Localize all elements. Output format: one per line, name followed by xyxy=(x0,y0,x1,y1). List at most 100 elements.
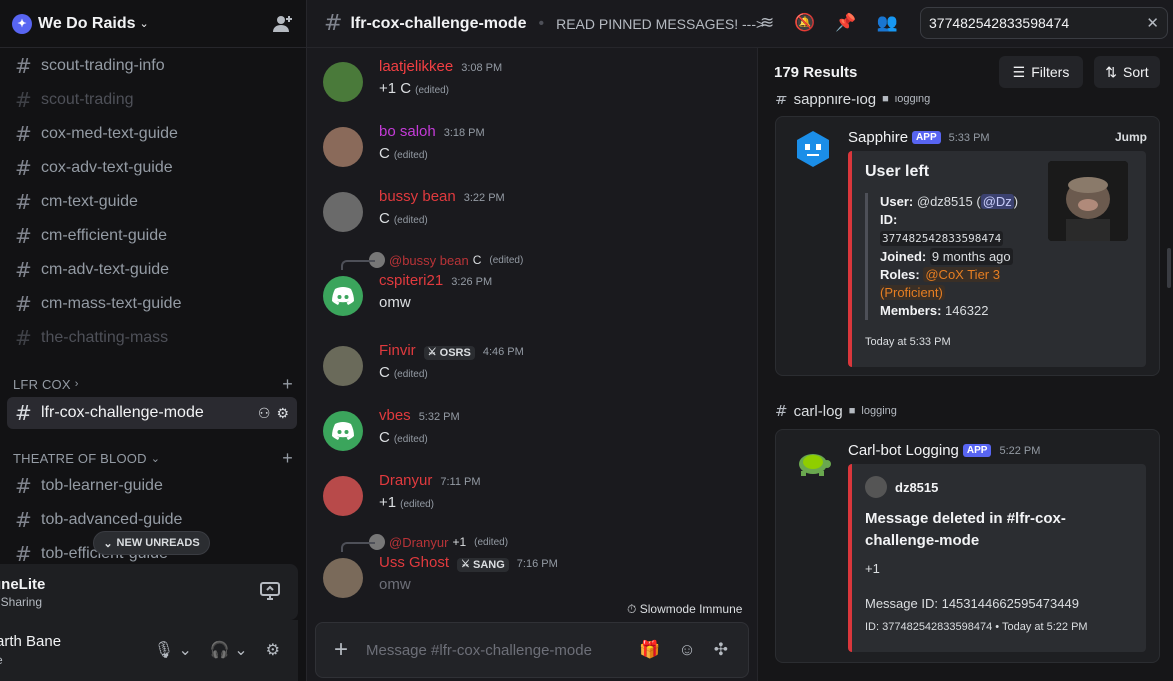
gift-icon[interactable]: 🎁 xyxy=(639,640,660,660)
message-username[interactable]: vbes xyxy=(379,407,411,424)
message-username[interactable]: Finvir xyxy=(379,342,416,359)
close-icon[interactable]: ✕ xyxy=(1146,14,1159,32)
channel-label: cox-med-text-guide xyxy=(41,125,178,142)
search-input[interactable]: 377482542833598474 ✕ xyxy=(920,7,1168,39)
folder-icon: ■ xyxy=(848,405,856,417)
message-composer[interactable]: + Message #lfr-cox-challenge-mode 🎁 ☺ ✣ xyxy=(315,622,749,678)
composer-placeholder[interactable]: Message #lfr-cox-challenge-mode xyxy=(366,642,592,659)
message-username[interactable]: bo saloh xyxy=(379,123,436,140)
jump-button[interactable]: Jump xyxy=(1115,130,1147,144)
message-username[interactable]: Dranyur xyxy=(379,472,432,489)
sidebar-item-cm-mass-text-guide[interactable]: # cm-mass-text-guide xyxy=(7,288,297,320)
sort-button[interactable]: ⇅ Sort xyxy=(1094,56,1160,88)
sidebar-item-tob-learner-guide[interactable]: # tob-learner-guide xyxy=(7,470,297,502)
server-header[interactable]: ✦ We Do Raids ⌄ xyxy=(0,0,306,48)
invite-icon[interactable]: ⚇ xyxy=(258,405,271,422)
user-tag[interactable]: ⚔ OSRS xyxy=(423,345,475,360)
pin-icon[interactable]: 📌 xyxy=(835,13,856,33)
reply-preview[interactable]: @bussy bean C (edited) xyxy=(341,252,523,270)
user-avatar[interactable] xyxy=(323,127,363,167)
emoji-icon[interactable]: ☺ xyxy=(678,640,695,660)
user-thumbnail[interactable] xyxy=(1048,161,1128,241)
result-channel-carl-log[interactable]: # carl-log ■ logging xyxy=(775,402,897,420)
channel-topic[interactable]: READ PINNED MESSAGES! ---> xyxy=(556,16,764,32)
user-avatar[interactable] xyxy=(323,346,363,386)
new-unreads-pill[interactable]: ⌄ NEW UNREADS xyxy=(93,531,210,555)
sidebar-item-the-chatting-mass[interactable]: # the-chatting-mass xyxy=(7,322,297,354)
member-list-icon[interactable]: 👥 xyxy=(877,13,898,33)
add-channel-icon[interactable]: + xyxy=(282,448,293,469)
message-item[interactable]: Dranyur 7:11 PM +1 (edited) xyxy=(323,472,743,536)
add-channel-icon[interactable]: + xyxy=(282,374,293,395)
channel-label: tob-advanced-guide xyxy=(41,511,183,528)
gear-icon[interactable]: ⚙ xyxy=(276,405,289,422)
new-unreads-label: NEW UNREADS xyxy=(116,537,200,549)
headphones-icon[interactable]: 🎧 ⌄ xyxy=(210,640,248,660)
channel-label: cm-efficient-guide xyxy=(41,227,167,244)
search-result-card[interactable]: Sapphire APP 5:33 PM Jump User left User… xyxy=(775,116,1160,376)
add-member-icon[interactable] xyxy=(272,13,294,35)
hash-icon: # xyxy=(15,156,32,180)
sidebar-item-cm-efficient-guide[interactable]: # cm-efficient-guide xyxy=(7,220,297,252)
embed-author: dz8515 xyxy=(865,476,938,498)
sidebar-item-scout-trading-info[interactable]: # scout-trading-info xyxy=(7,50,297,82)
category-theatre-of-blood[interactable]: THEATRE OF BLOOD ⌄ + xyxy=(13,448,293,468)
reply-username[interactable]: @bussy bean xyxy=(389,253,469,268)
message-text: C xyxy=(379,364,390,381)
message-item[interactable]: bo saloh 3:18 PM C (edited) xyxy=(323,123,743,187)
hash-icon: # xyxy=(15,401,32,425)
sidebar-item-cox-adv-text-guide[interactable]: # cox-adv-text-guide xyxy=(7,152,297,184)
user-avatar[interactable] xyxy=(323,62,363,102)
filters-button[interactable]: ☰ Filters xyxy=(999,56,1083,88)
bot-name[interactable]: Carl-bot Logging xyxy=(848,442,959,459)
message-item[interactable]: @bussy bean C (edited) cspiteri21 3:26 PM omw xyxy=(323,252,743,318)
apps-icon[interactable]: ✣ xyxy=(714,640,728,660)
notification-muted-icon[interactable]: 🔕 xyxy=(794,13,815,33)
chevron-down-icon[interactable]: ⌄ xyxy=(140,17,149,30)
gear-icon[interactable]: ⚙ xyxy=(266,640,280,660)
sidebar-item-lfr-cox-challenge-mode[interactable]: # lfr-cox-challenge-mode ⚇ ⚙ xyxy=(7,397,297,429)
embed-title: Message deleted in #lfr-cox-challenge-mo… xyxy=(865,510,1066,549)
server-name: We Do Raids xyxy=(38,14,136,32)
hash-icon: # xyxy=(15,190,32,214)
threads-icon[interactable]: ≋ xyxy=(760,13,774,33)
message-item[interactable]: laatjelikkee 3:08 PM +1 C (edited) xyxy=(323,58,743,122)
message-username[interactable]: bussy bean xyxy=(379,188,456,205)
add-attachment-icon[interactable]: + xyxy=(316,636,366,664)
edited-label: (edited) xyxy=(393,369,428,380)
user-tag[interactable]: ⚔ SANG xyxy=(457,557,509,572)
screen-share-icon[interactable] xyxy=(260,582,280,605)
username: arth Bane xyxy=(0,633,62,650)
user-mention[interactable]: @Dz xyxy=(980,194,1014,209)
category-lfr-cox[interactable]: LFR COX › + xyxy=(13,374,293,394)
voice-subtitle: t Sharing xyxy=(0,595,43,609)
message-text: +1 C xyxy=(379,80,412,97)
user-avatar[interactable] xyxy=(323,476,363,516)
user-avatar[interactable] xyxy=(323,192,363,232)
user-avatar[interactable] xyxy=(323,411,363,451)
message-item[interactable]: @Dranyur +1 (edited) Uss Ghost ⚔ SANG 7:16 PM o… xyxy=(323,534,743,600)
channel-label: cm-mass-text-guide xyxy=(41,295,182,312)
message-item[interactable]: Finvir ⚔ OSRS 4:46 PM C (edited) xyxy=(323,342,743,406)
reply-username[interactable]: @Dranyur xyxy=(389,535,448,550)
sidebar-item-scout-trading[interactable]: # scout-trading xyxy=(7,84,297,116)
chevron-down-icon: ⌄ xyxy=(103,537,113,550)
sidebar-item-cox-med-text-guide[interactable]: # cox-med-text-guide xyxy=(7,118,297,150)
user-avatar[interactable] xyxy=(323,558,363,598)
message-username[interactable]: laatjelikkee xyxy=(379,58,453,75)
sidebar-item-cm-text-guide[interactable]: # cm-text-guide xyxy=(7,186,297,218)
reply-preview[interactable]: @Dranyur +1 (edited) xyxy=(341,534,508,552)
message-username[interactable]: Uss Ghost xyxy=(379,554,449,571)
sidebar-item-cm-adv-text-guide[interactable]: # cm-adv-text-guide xyxy=(7,254,297,286)
edited-label: (edited) xyxy=(393,150,428,161)
user-avatar[interactable] xyxy=(323,276,363,316)
search-result-card[interactable]: Carl-bot Logging APP 5:22 PM dz8515 Mess… xyxy=(775,429,1160,663)
microphone-icon[interactable]: 🎙 ⌄ xyxy=(154,640,192,660)
sort-icon: ⇅ xyxy=(1105,63,1118,80)
message-username[interactable]: cspiteri21 xyxy=(379,272,443,289)
message-item[interactable]: bussy bean 3:22 PM C (edited) xyxy=(323,188,743,252)
scrollbar[interactable] xyxy=(1167,248,1171,288)
message-item[interactable]: vbes 5:32 PM C (edited) xyxy=(323,407,743,471)
bot-name[interactable]: Sapphire xyxy=(848,129,908,146)
hash-icon: # xyxy=(15,224,32,248)
